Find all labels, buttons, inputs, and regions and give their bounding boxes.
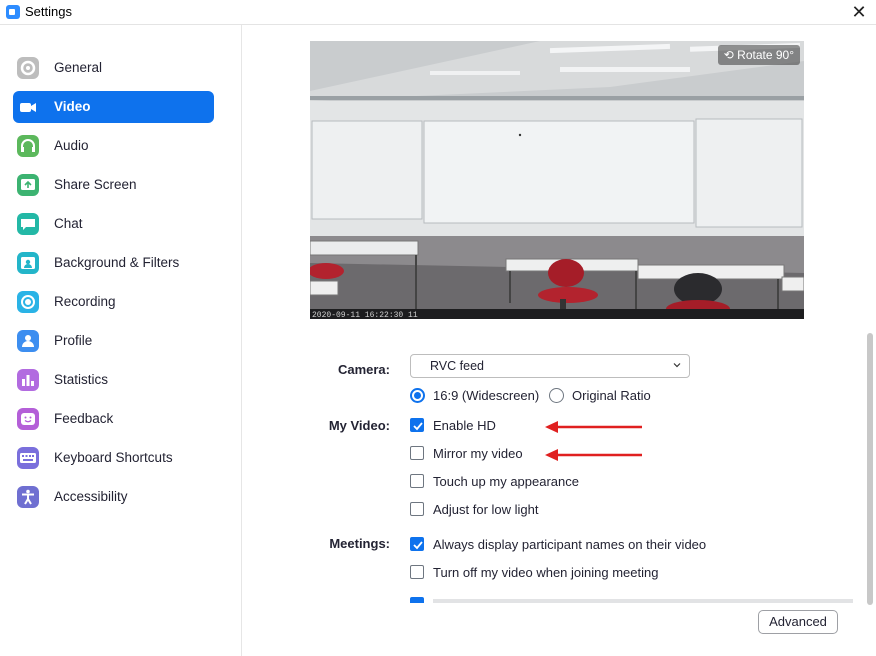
widescreen-label: 16:9 (Widescreen) (433, 388, 540, 403)
checkbox-empty-icon (410, 502, 424, 516)
checkbox-label: Mirror my video (433, 446, 523, 461)
video-settings-panel: 2020-09-11 16:22:30 11 ⟲ Rotate 90° Came… (242, 25, 876, 656)
sidebar-item-keyboard-shortcuts[interactable]: Keyboard Shortcuts (13, 442, 214, 474)
video-timestamp: 2020-09-11 16:22:30 11 (312, 311, 418, 319)
camera-feed-image: 2020-09-11 16:22:30 11 (310, 41, 804, 319)
camera-label: Camera: (337, 362, 390, 377)
record-circle-icon (17, 291, 39, 313)
checkbox-always-display-participant-names-on-their-video[interactable]: Always display participant names on thei… (410, 535, 740, 555)
original-ratio-label: Original Ratio (572, 388, 651, 403)
checkbox-empty-icon (410, 474, 424, 488)
sidebar-item-label: Keyboard Shortcuts (54, 450, 173, 465)
sidebar-item-label: Video (54, 99, 91, 114)
sidebar-item-label: Statistics (54, 372, 109, 387)
scrollbar-thumb[interactable] (867, 333, 873, 605)
sidebar-item-general[interactable]: General (13, 52, 214, 84)
checkbox-turn-off-my-video-when-joining-meeting[interactable]: Turn off my video when joining meeting (410, 563, 740, 583)
checkbox-touch-up-my-appearance[interactable]: Touch up my appearance (410, 472, 740, 492)
checkbox-label: Touch up my appearance (433, 474, 579, 489)
keyboard-icon (17, 447, 39, 469)
arrow-mirror-video (545, 449, 642, 461)
chevron-down-icon (673, 363, 681, 368)
sidebar-item-label: Feedback (54, 411, 114, 426)
arrow-enable-hd (545, 421, 642, 433)
sidebar-item-profile[interactable]: Profile (13, 325, 214, 357)
original-ratio-radio[interactable]: Original Ratio (549, 386, 659, 406)
checkbox-label: Always display participant names on thei… (433, 537, 707, 552)
rotate-button[interactable]: ⟲ Rotate 90° (717, 45, 800, 65)
sidebar-item-label: Profile (54, 333, 93, 348)
window-title: Settings (25, 4, 72, 19)
person-icon (17, 330, 39, 352)
sidebar-item-background-filters[interactable]: Background & Filters (13, 247, 214, 279)
checkbox-checked-icon (410, 537, 424, 551)
sidebar-item-label: Recording (54, 294, 116, 309)
headphones-icon (17, 135, 39, 157)
gear-icon (17, 57, 39, 79)
partially-visible-option[interactable] (402, 593, 862, 603)
smiley-icon (17, 408, 39, 430)
sidebar-item-label: Accessibility (54, 489, 128, 504)
checkbox-adjust-for-low-light[interactable]: Adjust for low light (410, 500, 740, 520)
scrollbar[interactable] (864, 25, 876, 656)
camera-selected-value: RVC feed (430, 359, 484, 373)
sidebar-item-label: Chat (54, 216, 83, 231)
close-icon[interactable]: ✕ (848, 2, 870, 22)
checkbox-label: Turn off my video when joining meeting (433, 565, 659, 580)
camera-select[interactable]: RVC feed (410, 354, 690, 378)
partial-option-graphic (410, 597, 853, 603)
title-bar: Settings ✕ (0, 0, 876, 25)
zoom-app-icon (6, 5, 20, 19)
sidebar-item-share-screen[interactable]: Share Screen (13, 169, 214, 201)
checkbox-label: Enable HD (433, 418, 496, 433)
sidebar-item-recording[interactable]: Recording (13, 286, 214, 318)
checkbox-checked-icon (410, 418, 424, 432)
sidebar-item-audio[interactable]: Audio (13, 130, 214, 162)
sidebar-item-label: General (54, 60, 103, 75)
rotate-icon: ⟲ (723, 48, 738, 62)
rotate-label: Rotate 90° (737, 48, 794, 62)
sidebar-item-video[interactable]: Video (13, 91, 214, 123)
sidebar-item-chat[interactable]: Chat (13, 208, 214, 240)
background-person-icon (17, 252, 39, 274)
sidebar-item-label: Background & Filters (54, 255, 180, 270)
settings-sidebar: General Video Audio Share Screen Chat Backgro… (0, 25, 242, 656)
bar-chart-icon (17, 369, 39, 391)
advanced-button[interactable]: Advanced (758, 610, 838, 634)
sidebar-item-accessibility[interactable]: Accessibility (13, 481, 214, 513)
video-camera-icon (17, 96, 39, 118)
video-preview: 2020-09-11 16:22:30 11 ⟲ Rotate 90° (310, 41, 804, 319)
sidebar-item-statistics[interactable]: Statistics (13, 364, 214, 396)
meetings-label: Meetings: (329, 536, 390, 551)
sidebar-item-feedback[interactable]: Feedback (13, 403, 214, 435)
checkbox-empty-icon (410, 565, 424, 579)
widescreen-radio[interactable]: 16:9 (Widescreen) (410, 386, 540, 406)
sidebar-item-label: Audio (54, 138, 89, 153)
radio-circle (410, 388, 425, 403)
chat-bubble-icon (17, 213, 39, 235)
annotation-arrows (545, 421, 642, 461)
radio-circle (549, 388, 564, 403)
sidebar-item-label: Share Screen (54, 177, 137, 192)
my-video-label: My Video: (328, 418, 390, 433)
checkbox-label: Adjust for low light (433, 502, 539, 517)
checkbox-empty-icon (410, 446, 424, 460)
share-screen-icon (17, 174, 39, 196)
accessibility-icon (17, 486, 39, 508)
